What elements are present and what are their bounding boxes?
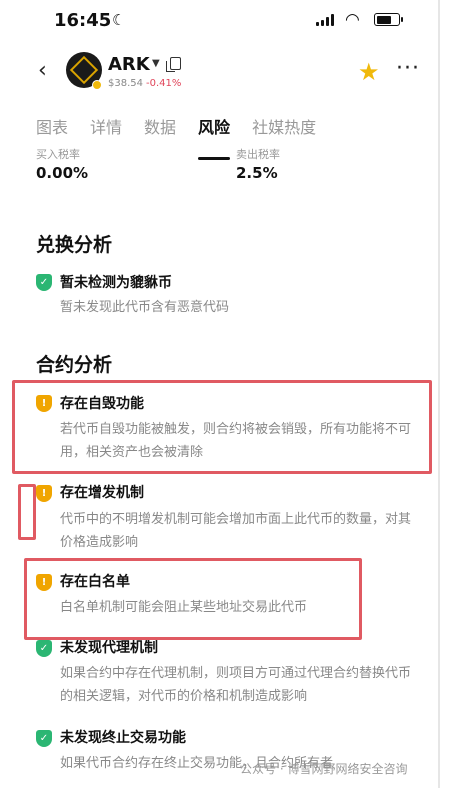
tab-chart[interactable]: 图表: [36, 112, 68, 148]
coin-name[interactable]: ARK: [108, 54, 150, 75]
more-options-icon[interactable]: ···: [396, 56, 420, 81]
battery-icon: [374, 13, 403, 26]
sell-tax-label: 卖出税率: [236, 148, 280, 161]
exchange-item-title: 暂未检测为貔貅币: [60, 275, 172, 291]
buy-tax-label: 买入税率: [36, 148, 80, 161]
buy-tax-value: 0.00%: [36, 164, 89, 182]
contract-item-title: 未发现代理机制: [60, 640, 158, 656]
back-arrow-icon[interactable]: ‹: [38, 58, 47, 83]
contract-item-desc: 代币中的不明增发机制可能会增加市面上此代币的数量，对其价格造成影响: [60, 512, 412, 550]
status-bar: 16:45 ☾ ◠: [0, 0, 472, 40]
chain-badge-icon: [92, 80, 102, 90]
highlight-box: [24, 558, 362, 640]
divider: [438, 0, 440, 788]
contract-item-title: 未发现终止交易功能: [60, 730, 186, 746]
tab-risk[interactable]: 风险: [198, 112, 231, 160]
contract-item-desc: 如果合约中存在代理机制，则项目方可通过代理合约替换代币的相关逻辑，对代币的价格和…: [60, 666, 412, 704]
chevron-down-icon[interactable]: ▼: [152, 58, 160, 69]
signal-icon: [316, 14, 334, 26]
contract-analysis-title: 合约分析: [36, 354, 113, 376]
tab-bar: 图表 详情 数据 风险 社媒热度: [36, 112, 338, 160]
exchange-analysis-title: 兑换分析: [36, 234, 113, 256]
exchange-item-desc: 暂未发现此代币含有恶意代码: [60, 300, 230, 315]
highlight-box: [18, 484, 36, 540]
tab-social[interactable]: 社媒热度: [252, 112, 316, 148]
wifi-icon: ◠: [345, 10, 360, 30]
copy-icon[interactable]: [166, 57, 181, 72]
shield-check-icon: ✓: [36, 730, 52, 747]
coin-price: $38.54: [108, 78, 143, 89]
clock: 16:45: [54, 10, 112, 31]
shield-check-icon: ✓: [36, 274, 52, 291]
highlight-box: [12, 380, 432, 474]
shield-warning-icon: !: [36, 485, 52, 502]
favorite-star-icon[interactable]: ★: [358, 58, 380, 86]
moon-icon: ☾: [112, 11, 126, 29]
contract-item-title: 存在增发机制: [60, 485, 144, 501]
watermark: 公众号 · 博雪网野网络安全咨询: [240, 762, 408, 776]
shield-check-icon: ✓: [36, 640, 52, 657]
tab-data[interactable]: 数据: [144, 112, 176, 148]
coin-header: ‹ ARK ▼ $38.54 -0.41% ★ ···: [0, 44, 472, 100]
sell-tax-value: 2.5%: [236, 164, 278, 182]
tab-details[interactable]: 详情: [90, 112, 122, 148]
price-change: -0.41%: [146, 78, 182, 89]
